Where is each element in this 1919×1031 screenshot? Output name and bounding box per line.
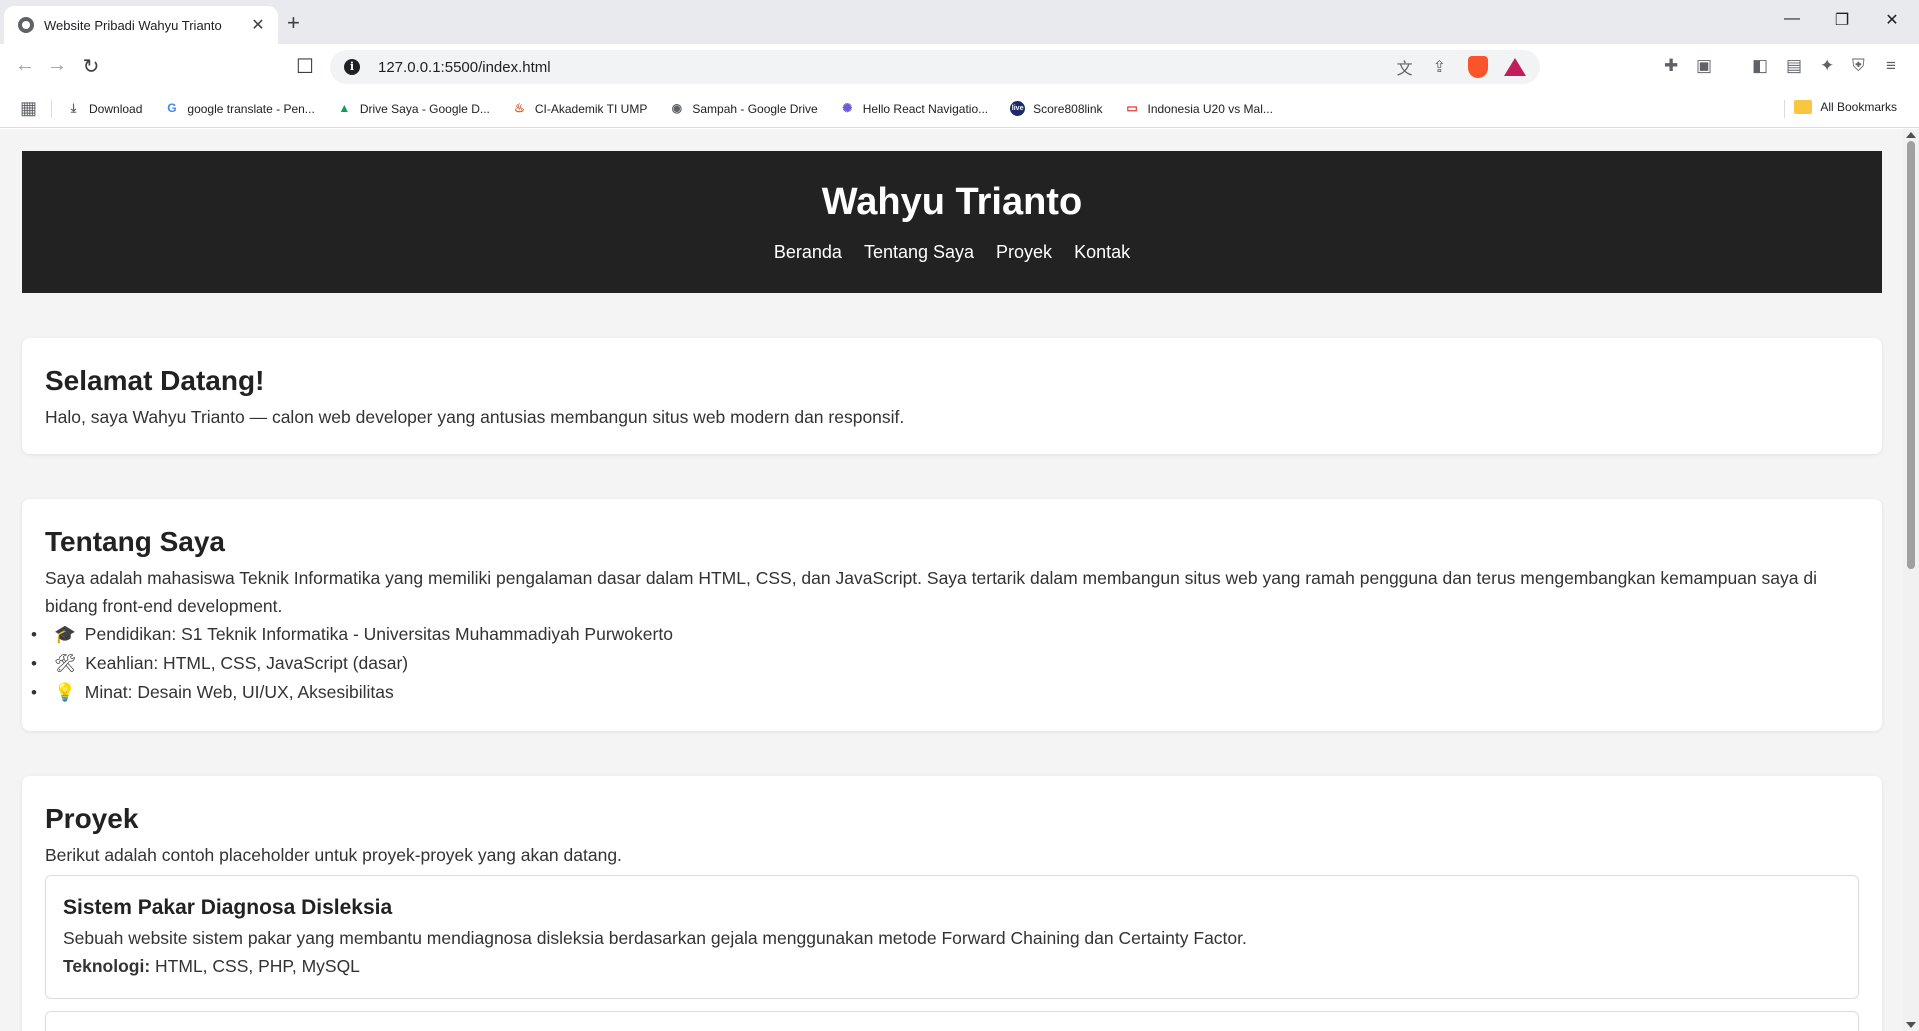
bookmark-label: Indonesia U20 vs Mal... bbox=[1147, 101, 1273, 116]
url-text[interactable]: 127.0.0.1:5500/index.html bbox=[378, 59, 1377, 76]
project-card: Sistem Pakar Diagnosa Disleksia Sebuah w… bbox=[45, 875, 1859, 999]
tab-strip: Website Pribadi Wahyu Trianto ✕ + — ❐ ✕ bbox=[0, 0, 1919, 44]
bookmark-item[interactable]: ♨ CI-Akademik TI UMP bbox=[512, 101, 647, 116]
about-section: Tentang Saya Saya adalah mahasiswa Tekni… bbox=[22, 499, 1882, 731]
new-tab-icon[interactable]: + bbox=[287, 10, 300, 36]
brave-shield-icon[interactable] bbox=[1468, 56, 1488, 78]
list-item: 💡 Minat: Desain Web, UI/UX, Aksesibilitas bbox=[22, 678, 1859, 707]
download-icon: ⤓ bbox=[70, 101, 77, 115]
project-description: Sebuah website sistem pakar yang membant… bbox=[63, 928, 1247, 948]
restore-icon[interactable]: ❐ bbox=[1830, 10, 1854, 30]
brave-rewards-icon[interactable] bbox=[1504, 58, 1526, 76]
bookmarks-divider bbox=[1784, 100, 1785, 118]
bookmarks-bar: ▦ ⤓ Download G google translate - Pen...… bbox=[0, 90, 1919, 128]
project-title: Sistem Pakar Diagnosa Disleksia bbox=[63, 896, 393, 919]
bookmark-item[interactable]: ✺ Hello React Navigatio... bbox=[840, 101, 988, 116]
bookmark-item[interactable]: G google translate - Pen... bbox=[164, 101, 315, 116]
sidebar-icon[interactable]: ◧ bbox=[1752, 56, 1768, 76]
about-text: Saya adalah mahasiswa Teknik Informatika… bbox=[45, 568, 1818, 616]
site-title: Wahyu Trianto bbox=[821, 181, 1083, 223]
bookmark-label: Sampah - Google Drive bbox=[692, 101, 818, 116]
extensions-icon[interactable]: ✚ bbox=[1664, 56, 1678, 76]
bookmark-item[interactable]: live Score808link bbox=[1010, 101, 1103, 116]
scroll-up-icon[interactable] bbox=[1906, 132, 1916, 138]
fire-icon: ♨ bbox=[513, 101, 525, 115]
all-bookmarks-label: All Bookmarks bbox=[1820, 100, 1897, 114]
bookmark-icon[interactable]: ☐ bbox=[292, 54, 318, 79]
globe-icon bbox=[18, 17, 34, 33]
react-icon: ✺ bbox=[842, 101, 853, 115]
nav-link-tentang-saya[interactable]: Tentang Saya bbox=[864, 242, 974, 263]
nav-link-kontak[interactable]: Kontak bbox=[1074, 242, 1130, 263]
bookmark-label: Drive Saya - Google D... bbox=[359, 101, 490, 116]
site-nav: Beranda Tentang Saya Proyek Kontak bbox=[22, 242, 1882, 263]
reader-icon[interactable]: ▣ bbox=[1696, 56, 1712, 76]
welcome-heading: Selamat Datang! bbox=[45, 365, 265, 396]
bookmark-label: Hello React Navigatio... bbox=[862, 101, 989, 116]
page-scrollbar[interactable] bbox=[1903, 129, 1919, 1031]
bookmark-item[interactable]: ▲ Drive Saya - Google D... bbox=[337, 101, 490, 116]
list-item-text: Minat: Desain Web, UI/UX, Aksesibilitas bbox=[84, 682, 394, 702]
list-item: 🛠 Keahlian: HTML, CSS, JavaScript (dasar) bbox=[22, 649, 1859, 678]
bookmarks-divider bbox=[51, 99, 53, 118]
menu-icon[interactable]: ≡ bbox=[1886, 56, 1896, 76]
projects-heading: Proyek bbox=[45, 803, 139, 834]
info-icon[interactable]: i bbox=[344, 59, 360, 75]
all-bookmarks-button[interactable]: All Bookmarks bbox=[1794, 100, 1897, 114]
bookmark-item[interactable]: ◉ Sampah - Google Drive bbox=[669, 101, 818, 116]
globe-icon: ◉ bbox=[671, 101, 683, 115]
minimize-icon[interactable]: — bbox=[1780, 10, 1804, 28]
translate-icon[interactable]: 文 bbox=[1397, 55, 1413, 79]
project-tech-label: Teknologi: bbox=[63, 956, 151, 976]
vpn-icon[interactable]: ⛨ bbox=[1852, 56, 1865, 76]
bookmark-item[interactable]: ▭ Indonesia U20 vs Mal... bbox=[1125, 101, 1273, 116]
welcome-text: Halo, saya Wahyu Trianto — calon web dev… bbox=[45, 407, 905, 427]
about-heading: Tentang Saya bbox=[45, 526, 225, 557]
projects-intro: Berikut adalah contoh placeholder untuk … bbox=[45, 845, 622, 865]
google-icon: G bbox=[167, 101, 177, 115]
address-bar[interactable]: i 127.0.0.1:5500/index.html 文 ⇪ bbox=[330, 50, 1540, 84]
apps-grid-icon[interactable]: ▦ bbox=[20, 98, 37, 119]
page-viewport: Wahyu Trianto Beranda Tentang Saya Proye… bbox=[0, 129, 1903, 1031]
bookmark-label: google translate - Pen... bbox=[187, 101, 315, 116]
active-tab[interactable]: Website Pribadi Wahyu Trianto ✕ bbox=[4, 6, 278, 44]
bookmark-label: CI-Akademik TI UMP bbox=[534, 101, 648, 116]
drive-icon: ▲ bbox=[338, 101, 351, 115]
site-header: Wahyu Trianto Beranda Tentang Saya Proye… bbox=[22, 151, 1882, 293]
welcome-section: Selamat Datang! Halo, saya Wahyu Trianto… bbox=[22, 338, 1882, 454]
project-tech: Teknologi: HTML, CSS, PHP, MySQL bbox=[63, 952, 1841, 980]
projects-section: Proyek Berikut adalah contoh placeholder… bbox=[22, 776, 1882, 1031]
project-tech-value: HTML, CSS, PHP, MySQL bbox=[155, 956, 360, 976]
live-icon: live bbox=[1010, 101, 1026, 116]
graduation-cap-icon: 🎓 bbox=[54, 624, 76, 644]
share-icon[interactable]: ⇪ bbox=[1433, 57, 1446, 77]
scroll-down-icon[interactable] bbox=[1906, 1022, 1916, 1028]
scroll-thumb[interactable] bbox=[1907, 141, 1915, 569]
list-item: 🎓 Pendidikan: S1 Teknik Informatika - Uni… bbox=[22, 620, 1859, 649]
forward-icon[interactable]: → bbox=[44, 54, 70, 77]
tab-title: Website Pribadi Wahyu Trianto bbox=[44, 17, 222, 33]
wallet-icon[interactable]: ▤ bbox=[1786, 56, 1802, 76]
lightbulb-icon: 💡 bbox=[54, 682, 76, 702]
about-list: 🎓 Pendidikan: S1 Teknik Informatika - Uni… bbox=[22, 620, 1859, 707]
nav-link-proyek[interactable]: Proyek bbox=[996, 242, 1052, 263]
browser-toolbar: ← → ↻ ☐ i 127.0.0.1:5500/index.html 文 ⇪ … bbox=[0, 44, 1919, 90]
project-card bbox=[45, 1011, 1859, 1031]
list-item-text: Keahlian: HTML, CSS, JavaScript (dasar) bbox=[85, 653, 409, 673]
tools-icon: 🛠 bbox=[54, 653, 77, 673]
bookmark-label: Score808link bbox=[1033, 101, 1103, 116]
list-item-text: Pendidikan: S1 Teknik Informatika - Univ… bbox=[84, 624, 673, 644]
close-icon[interactable]: ✕ bbox=[248, 15, 268, 35]
window-close-icon[interactable]: ✕ bbox=[1880, 10, 1904, 30]
bookmark-label: Download bbox=[89, 101, 143, 116]
nav-link-beranda[interactable]: Beranda bbox=[774, 242, 842, 263]
tv-icon: ▭ bbox=[1126, 101, 1138, 115]
reload-icon[interactable]: ↻ bbox=[78, 54, 104, 79]
back-icon[interactable]: ← bbox=[12, 54, 38, 77]
leo-ai-icon[interactable]: ✦ bbox=[1820, 56, 1834, 76]
bookmark-item[interactable]: ⤓ Download bbox=[66, 101, 143, 116]
folder-icon bbox=[1794, 100, 1813, 114]
